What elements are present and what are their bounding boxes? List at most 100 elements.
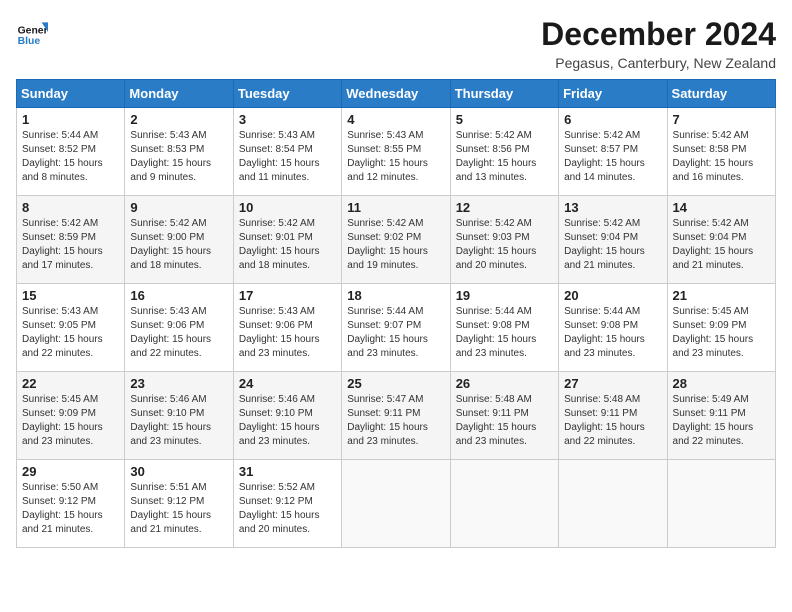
day-info: Sunrise: 5:43 AMSunset: 9:05 PMDaylight:…: [22, 305, 119, 361]
logo: General Blue: [16, 16, 48, 48]
svg-text:Blue: Blue: [18, 36, 41, 47]
calendar-week-row: 22Sunrise: 5:45 AMSunset: 9:09 PMDayligh…: [17, 372, 776, 460]
calendar-day-cell: 26Sunrise: 5:48 AMSunset: 9:11 PMDayligh…: [450, 372, 558, 460]
calendar-day-cell: 4Sunrise: 5:43 AMSunset: 8:55 PMDaylight…: [342, 108, 450, 196]
page-header: General Blue December 2024 Pegasus, Cant…: [16, 16, 776, 71]
calendar-day-cell: [559, 460, 667, 548]
calendar-day-cell: 30 Sunrise: 5:51 AMSunset: 9:12 PMDayligh…: [125, 460, 233, 548]
calendar-day-cell: 17 Sunrise: 5:43 AMSunset: 9:06 PMDayligh…: [233, 284, 341, 372]
calendar-day-cell: 1 Sunrise: 5:44 AMSunset: 8:52 PMDaylight…: [17, 108, 125, 196]
day-number: 26: [456, 376, 553, 391]
day-number: 16: [130, 288, 227, 303]
calendar-day-cell: 2 Sunrise: 5:43 AMSunset: 8:53 PMDaylight…: [125, 108, 233, 196]
weekday-header-row: SundayMondayTuesdayWednesdayThursdayFrid…: [17, 80, 776, 108]
day-info: Sunrise: 5:42 AMSunset: 9:02 PMDaylight:…: [347, 217, 444, 273]
day-info: Sunrise: 5:49 AMSunset: 9:11 PMDaylight:…: [673, 393, 770, 449]
weekday-header: Sunday: [17, 80, 125, 108]
day-info: Sunrise: 5:46 AMSunset: 9:10 PMDaylight:…: [239, 393, 336, 449]
weekday-header: Friday: [559, 80, 667, 108]
calendar-day-cell: [450, 460, 558, 548]
calendar-week-row: 15 Sunrise: 5:43 AMSunset: 9:05 PMDayligh…: [17, 284, 776, 372]
day-info: Sunrise: 5:42 AMSunset: 9:04 PMDaylight:…: [673, 217, 770, 273]
day-number: 6: [564, 112, 661, 127]
day-number: 10: [239, 200, 336, 215]
day-number: 30: [130, 464, 227, 479]
weekday-header: Tuesday: [233, 80, 341, 108]
day-number: 28: [673, 376, 770, 391]
day-info: Sunrise: 5:42 AMSunset: 8:58 PMDaylight:…: [673, 129, 770, 185]
logo-icon: General Blue: [16, 16, 48, 48]
day-info: Sunrise: 5:44 AMSunset: 9:07 PMDaylight:…: [347, 305, 444, 361]
day-number: 11: [347, 200, 444, 215]
day-info: Sunrise: 5:42 AMSunset: 9:04 PMDaylight:…: [564, 217, 661, 273]
calendar-day-cell: 5Sunrise: 5:42 AMSunset: 8:56 PMDaylight…: [450, 108, 558, 196]
title-block: December 2024 Pegasus, Canterbury, New Z…: [541, 16, 776, 71]
day-info: Sunrise: 5:42 AMSunset: 8:57 PMDaylight:…: [564, 129, 661, 185]
weekday-header: Saturday: [667, 80, 775, 108]
calendar-day-cell: 15 Sunrise: 5:43 AMSunset: 9:05 PMDayligh…: [17, 284, 125, 372]
day-info: Sunrise: 5:42 AMSunset: 9:01 PMDaylight:…: [239, 217, 336, 273]
day-number: 7: [673, 112, 770, 127]
day-number: 29: [22, 464, 119, 479]
calendar-day-cell: 7 Sunrise: 5:42 AMSunset: 8:58 PMDaylight…: [667, 108, 775, 196]
calendar-week-row: 8 Sunrise: 5:42 AMSunset: 8:59 PMDaylight…: [17, 196, 776, 284]
day-info: Sunrise: 5:42 AMSunset: 9:00 PMDaylight:…: [130, 217, 227, 273]
day-number: 20: [564, 288, 661, 303]
day-info: Sunrise: 5:50 AMSunset: 9:12 PMDaylight:…: [22, 481, 119, 537]
day-number: 15: [22, 288, 119, 303]
calendar-day-cell: 9Sunrise: 5:42 AMSunset: 9:00 PMDaylight…: [125, 196, 233, 284]
day-number: 1: [22, 112, 119, 127]
calendar-day-cell: 28 Sunrise: 5:49 AMSunset: 9:11 PMDayligh…: [667, 372, 775, 460]
calendar-day-cell: 12Sunrise: 5:42 AMSunset: 9:03 PMDayligh…: [450, 196, 558, 284]
day-info: Sunrise: 5:44 AMSunset: 9:08 PMDaylight:…: [456, 305, 553, 361]
day-info: Sunrise: 5:43 AMSunset: 9:06 PMDaylight:…: [239, 305, 336, 361]
day-info: Sunrise: 5:44 AMSunset: 9:08 PMDaylight:…: [564, 305, 661, 361]
day-info: Sunrise: 5:43 AMSunset: 8:53 PMDaylight:…: [130, 129, 227, 185]
calendar-day-cell: 25 Sunrise: 5:47 AMSunset: 9:11 PMDayligh…: [342, 372, 450, 460]
calendar-day-cell: 23 Sunrise: 5:46 AMSunset: 9:10 PMDayligh…: [125, 372, 233, 460]
day-info: Sunrise: 5:45 AMSunset: 9:09 PMDaylight:…: [22, 393, 119, 449]
weekday-header: Monday: [125, 80, 233, 108]
day-number: 14: [673, 200, 770, 215]
day-info: Sunrise: 5:43 AMSunset: 8:54 PMDaylight:…: [239, 129, 336, 185]
calendar-day-cell: 8 Sunrise: 5:42 AMSunset: 8:59 PMDaylight…: [17, 196, 125, 284]
day-number: 13: [564, 200, 661, 215]
calendar-day-cell: 21Sunrise: 5:45 AMSunset: 9:09 PMDayligh…: [667, 284, 775, 372]
day-info: Sunrise: 5:46 AMSunset: 9:10 PMDaylight:…: [130, 393, 227, 449]
day-number: 2: [130, 112, 227, 127]
calendar-day-cell: 16Sunrise: 5:43 AMSunset: 9:06 PMDayligh…: [125, 284, 233, 372]
calendar-day-cell: 31 Sunrise: 5:52 AMSunset: 9:12 PMDayligh…: [233, 460, 341, 548]
calendar-day-cell: 29 Sunrise: 5:50 AMSunset: 9:12 PMDayligh…: [17, 460, 125, 548]
calendar-week-row: 29 Sunrise: 5:50 AMSunset: 9:12 PMDayligh…: [17, 460, 776, 548]
day-info: Sunrise: 5:42 AMSunset: 8:59 PMDaylight:…: [22, 217, 119, 273]
day-number: 8: [22, 200, 119, 215]
day-info: Sunrise: 5:51 AMSunset: 9:12 PMDaylight:…: [130, 481, 227, 537]
calendar-day-cell: 27 Sunrise: 5:48 AMSunset: 9:11 PMDayligh…: [559, 372, 667, 460]
location: Pegasus, Canterbury, New Zealand: [541, 55, 776, 71]
day-number: 17: [239, 288, 336, 303]
day-info: Sunrise: 5:52 AMSunset: 9:12 PMDaylight:…: [239, 481, 336, 537]
day-info: Sunrise: 5:47 AMSunset: 9:11 PMDaylight:…: [347, 393, 444, 449]
day-number: 5: [456, 112, 553, 127]
day-number: 25: [347, 376, 444, 391]
day-number: 3: [239, 112, 336, 127]
calendar-day-cell: 13 Sunrise: 5:42 AMSunset: 9:04 PMDayligh…: [559, 196, 667, 284]
day-number: 21: [673, 288, 770, 303]
day-info: Sunrise: 5:42 AMSunset: 9:03 PMDaylight:…: [456, 217, 553, 273]
calendar-day-cell: 20 Sunrise: 5:44 AMSunset: 9:08 PMDayligh…: [559, 284, 667, 372]
calendar-day-cell: 6 Sunrise: 5:42 AMSunset: 8:57 PMDaylight…: [559, 108, 667, 196]
day-number: 27: [564, 376, 661, 391]
calendar-day-cell: 11 Sunrise: 5:42 AMSunset: 9:02 PMDayligh…: [342, 196, 450, 284]
day-info: Sunrise: 5:43 AMSunset: 8:55 PMDaylight:…: [347, 129, 444, 185]
calendar-day-cell: 3 Sunrise: 5:43 AMSunset: 8:54 PMDaylight…: [233, 108, 341, 196]
day-number: 31: [239, 464, 336, 479]
month-title: December 2024: [541, 16, 776, 53]
calendar-day-cell: [667, 460, 775, 548]
calendar-day-cell: 18Sunrise: 5:44 AMSunset: 9:07 PMDayligh…: [342, 284, 450, 372]
calendar-day-cell: 22Sunrise: 5:45 AMSunset: 9:09 PMDayligh…: [17, 372, 125, 460]
day-number: 24: [239, 376, 336, 391]
calendar-week-row: 1 Sunrise: 5:44 AMSunset: 8:52 PMDaylight…: [17, 108, 776, 196]
day-info: Sunrise: 5:48 AMSunset: 9:11 PMDaylight:…: [564, 393, 661, 449]
day-info: Sunrise: 5:44 AMSunset: 8:52 PMDaylight:…: [22, 129, 119, 185]
day-number: 23: [130, 376, 227, 391]
